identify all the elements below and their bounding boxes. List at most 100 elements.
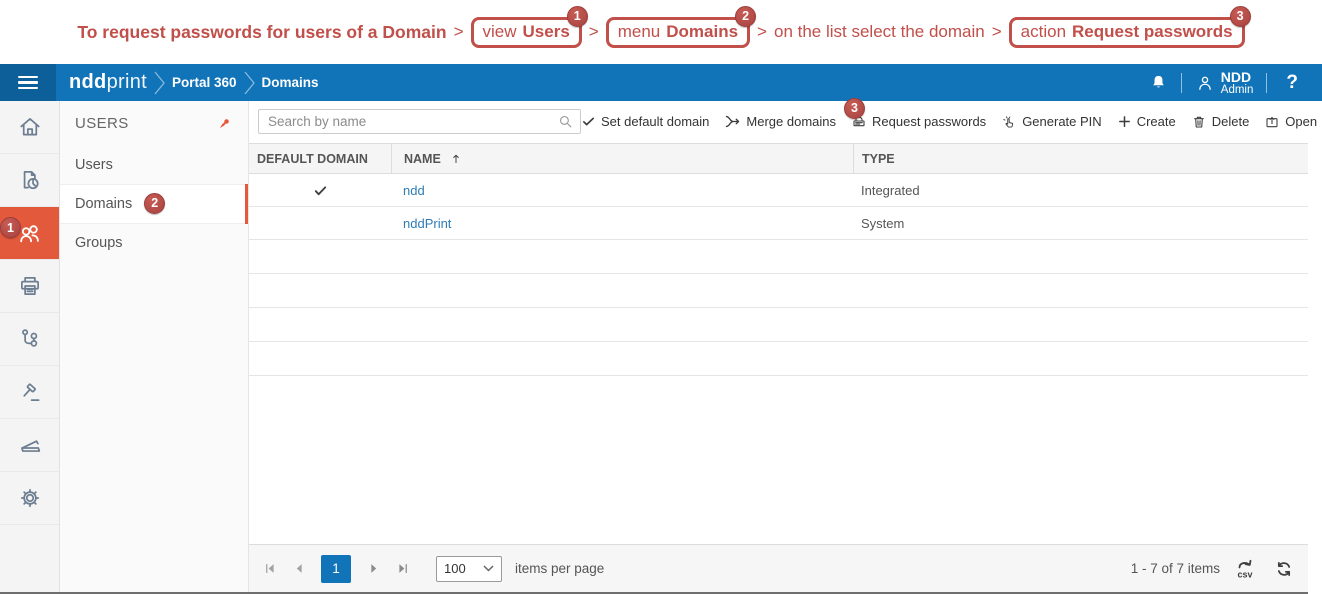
gavel-icon	[17, 379, 43, 405]
search-icon	[557, 113, 574, 130]
users-panel: USERS Users Domains 2 Groups	[60, 101, 249, 592]
sidebar-item-scanner[interactable]	[0, 419, 59, 472]
app-header: nddprint Portal 360 Domains NDD Admin ?	[0, 64, 1322, 101]
step-label: Domains	[666, 22, 738, 42]
printer-icon	[17, 273, 43, 299]
domain-link[interactable]: nddPrint	[403, 216, 451, 231]
column-header-default-domain[interactable]: DEFAULT DOMAIN	[249, 144, 391, 173]
panel-title: USERS	[75, 115, 129, 132]
action-label: Merge domains	[746, 114, 836, 129]
breadcrumb-chevron-icon	[243, 70, 256, 96]
step-pre: menu	[618, 22, 661, 42]
action-label: Generate PIN	[1022, 114, 1102, 129]
notifications-bell-icon[interactable]	[1149, 73, 1168, 92]
page-number-button[interactable]: 1	[321, 555, 351, 583]
column-header-type[interactable]: TYPE	[853, 144, 1308, 173]
workflow-icon	[17, 326, 43, 352]
domain-link[interactable]: ndd	[403, 183, 425, 198]
prev-page-button[interactable]	[288, 558, 310, 580]
menu-hamburger-button[interactable]	[0, 64, 56, 101]
empty-row	[249, 274, 1308, 308]
sidebar-item-home[interactable]	[0, 101, 59, 154]
merge-icon	[724, 113, 741, 130]
sidebar-item-settings[interactable]	[0, 472, 59, 525]
table-empty-area	[249, 376, 1308, 544]
action-label: Request passwords	[872, 114, 986, 129]
sidebar-item-reports[interactable]	[0, 154, 59, 207]
type-cell: System	[853, 216, 1308, 231]
sidebar-item-printers[interactable]	[0, 260, 59, 313]
merge-domains-button[interactable]: Merge domains	[724, 113, 836, 130]
export-csv-button[interactable]: csv	[1235, 557, 1259, 581]
name-cell: ndd	[391, 183, 853, 198]
chevron-down-icon	[483, 565, 494, 572]
divider	[1181, 73, 1182, 93]
icon-sidebar: 1	[0, 101, 60, 592]
divider	[1266, 73, 1267, 93]
pin-icon[interactable]	[215, 115, 233, 133]
set-default-domain-button[interactable]: Set default domain	[581, 114, 709, 129]
check-icon	[581, 114, 596, 129]
gear-icon	[17, 485, 43, 511]
breadcrumb-portal360[interactable]: Portal 360	[172, 75, 237, 90]
user-menu[interactable]: NDD Admin	[1195, 70, 1254, 96]
step-pre: action	[1021, 22, 1066, 42]
breadcrumb-chevron-icon	[153, 70, 166, 96]
scanner-icon	[17, 432, 43, 458]
sidebar-item-workflow[interactable]	[0, 313, 59, 366]
user-role: Admin	[1221, 84, 1254, 96]
search-input[interactable]	[258, 109, 581, 134]
toolbar: Set default domain Merge domains 3 Reque…	[249, 101, 1308, 142]
step-label: Users	[523, 22, 570, 42]
items-per-page-label: items per page	[515, 561, 604, 576]
empty-row	[249, 240, 1308, 274]
delete-button[interactable]: Delete	[1191, 114, 1250, 130]
sidebar-item-rules[interactable]	[0, 366, 59, 419]
table-row-nddprint[interactable]: nddPrint System	[249, 207, 1308, 240]
plus-icon	[1117, 114, 1132, 129]
open-button[interactable]: Open	[1264, 114, 1317, 130]
refresh-button[interactable]	[1274, 559, 1294, 579]
banner-step-domains: menu Domains 2	[606, 17, 750, 48]
logo-bold: ndd	[69, 71, 107, 93]
table-row-ndd[interactable]: ndd Integrated	[249, 174, 1308, 207]
trash-icon	[1191, 114, 1207, 130]
domains-table: DEFAULT DOMAIN NAME TYPE	[249, 143, 1308, 376]
last-page-button[interactable]	[391, 558, 413, 580]
step-label: Request passwords	[1072, 22, 1233, 42]
page-size-dropdown[interactable]: 100	[436, 556, 502, 582]
action-label: Delete	[1212, 114, 1250, 129]
column-header-name[interactable]: NAME	[391, 144, 853, 173]
reports-icon	[17, 167, 43, 193]
banner-separator: >	[589, 22, 599, 42]
panel-item-label: Domains	[75, 196, 132, 212]
domains-main: Set default domain Merge domains 3 Reque…	[249, 101, 1308, 592]
create-button[interactable]: Create	[1117, 114, 1176, 129]
step-pre: view	[483, 22, 517, 42]
pager: 1 100 items per page	[259, 555, 604, 583]
rail-badge-1: 1	[0, 217, 21, 238]
empty-row	[249, 308, 1308, 342]
first-page-button[interactable]	[259, 558, 281, 580]
csv-label: csv	[1238, 569, 1253, 579]
step-badge-2: 2	[735, 6, 756, 27]
body: 1	[0, 101, 1308, 594]
breadcrumb-domains[interactable]: Domains	[262, 75, 319, 90]
generate-pin-button[interactable]: Generate PIN	[1001, 114, 1102, 130]
items-range-label: 1 - 7 of 7 items	[1131, 561, 1220, 576]
request-passwords-button[interactable]: 3 Request passwords	[851, 114, 986, 130]
banner-step-request-passwords: action Request passwords 3	[1009, 17, 1245, 48]
next-page-button[interactable]	[362, 558, 384, 580]
app-window: To request passwords for users of a Doma…	[0, 0, 1322, 594]
panel-item-users[interactable]: Users	[60, 146, 248, 184]
help-button[interactable]: ?	[1280, 72, 1304, 94]
panel-item-groups[interactable]: Groups	[60, 224, 248, 262]
panel-item-domains[interactable]: Domains 2	[60, 184, 248, 224]
step-badge-3: 3	[1230, 6, 1251, 27]
table-header-row: DEFAULT DOMAIN NAME TYPE	[249, 143, 1308, 174]
banner-step-users: view Users 1	[471, 17, 582, 48]
sort-asc-icon	[450, 152, 462, 165]
panel-item-label: Groups	[75, 235, 123, 251]
step-badge-1: 1	[567, 6, 588, 27]
action-label: Open	[1285, 114, 1317, 129]
